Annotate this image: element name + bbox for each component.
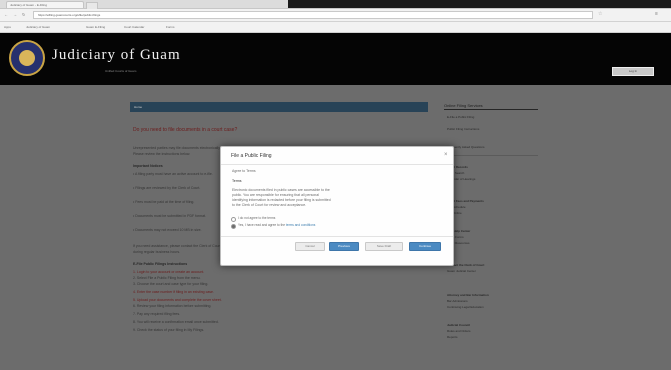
close-icon[interactable]: × — [444, 152, 448, 158]
address-bar[interactable]: https://efiling.guamcourts.org/efile/pub… — [33, 11, 593, 19]
continue-button[interactable]: Continue — [409, 242, 441, 251]
back-icon[interactable]: ← — [4, 12, 8, 17]
bookmark-item[interactable]: Forms — [166, 24, 175, 30]
bookmark-item[interactable]: Judiciary of Guam — [26, 24, 50, 30]
cancel-button[interactable]: Cancel — [295, 242, 325, 251]
disagree-radio[interactable] — [231, 217, 236, 222]
bookmarks-bar: Apps Judiciary of Guam Guam E-Filing Cou… — [0, 22, 671, 33]
terms-text: public. You are responsible for ensuring… — [232, 193, 319, 197]
dialog-subheading: Terms — [232, 179, 242, 183]
screen-recording-strip — [288, 0, 671, 8]
browser-tab[interactable]: Judiciary of Guam - E-Filing — [6, 1, 84, 8]
bookmark-star-icon[interactable]: ☆ — [598, 12, 602, 17]
browser-toolbar: ← → ↻ https://efiling.guamcourts.org/efi… — [0, 9, 671, 22]
disagree-label[interactable]: I do not agree to the terms — [238, 216, 275, 220]
site-subtitle: Unified Courts of Guam — [105, 69, 137, 73]
browser-menu-icon[interactable]: ≡ — [655, 12, 658, 17]
forward-icon[interactable]: → — [13, 12, 17, 17]
bookmark-item[interactable]: Guam E-Filing — [86, 24, 105, 30]
dialog-section-heading: Agree to Terms — [232, 169, 256, 173]
bookmark-item[interactable]: Court Calendar — [124, 24, 144, 30]
bookmark-item[interactable]: Apps — [4, 24, 11, 30]
terms-text: Electronic documents filed in public cas… — [232, 188, 330, 192]
new-tab-button[interactable] — [86, 2, 98, 9]
agree-label[interactable]: Yes, I have read and agree to the terms … — [238, 223, 315, 227]
terms-link[interactable]: terms and conditions — [286, 223, 315, 227]
previous-button[interactable]: Previous — [329, 242, 359, 251]
dialog-header-divider — [221, 164, 453, 165]
seal-emblem — [19, 50, 35, 66]
terms-text: to the Clerk of Court for review and acc… — [232, 203, 307, 207]
site-header: Judiciary of Guam Unified Courts of Guam… — [0, 33, 671, 85]
agree-radio[interactable] — [231, 224, 236, 229]
public-filing-dialog: File a Public Filing × Agree to Terms Te… — [220, 146, 454, 266]
site-brand[interactable]: Judiciary of Guam — [52, 46, 181, 64]
court-seal-logo[interactable] — [9, 40, 45, 76]
login-button[interactable]: Log In — [612, 67, 654, 76]
agree-label-text: Yes, I have read and agree to the — [238, 223, 286, 227]
dialog-footer-divider — [221, 236, 453, 237]
terms-text: identifying information is redacted befo… — [232, 198, 331, 202]
save-draft-button[interactable]: Save Draft — [365, 242, 403, 251]
reload-icon[interactable]: ↻ — [22, 12, 25, 17]
dialog-title: File a Public Filing — [231, 153, 272, 159]
